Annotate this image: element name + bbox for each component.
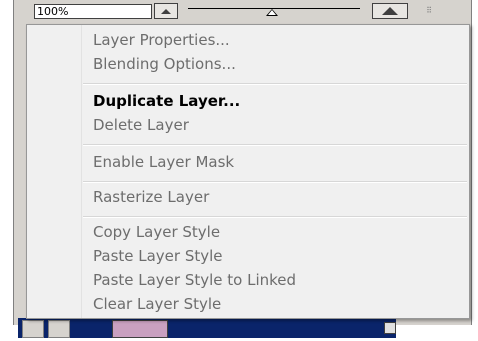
menu-separator	[83, 216, 467, 218]
menu-item-blending-options[interactable]: Blending Options...	[93, 53, 236, 75]
selected-layer-row[interactable]	[18, 318, 396, 338]
menu-separator	[83, 181, 467, 183]
zoom-input[interactable]: 100%	[34, 4, 152, 19]
lock-icon	[384, 322, 396, 334]
brush-icon[interactable]	[48, 320, 70, 338]
menu-item-copy-layer-style[interactable]: Copy Layer Style	[93, 221, 220, 243]
menu-item-delete-layer[interactable]: Delete Layer	[93, 114, 189, 136]
zoom-slider-thumb[interactable]	[266, 9, 278, 16]
menu-separator	[83, 83, 467, 85]
menu-item-layer-properties[interactable]: Layer Properties...	[93, 29, 230, 51]
eye-icon[interactable]	[22, 320, 44, 338]
menu-item-paste-layer-style-to-linked[interactable]: Paste Layer Style to Linked	[93, 269, 296, 291]
resize-grip-icon[interactable]: ⠿	[422, 5, 436, 17]
menu-icon-gutter	[27, 25, 82, 318]
menu-item-enable-layer-mask[interactable]: Enable Layer Mask	[93, 151, 234, 173]
menu-item-duplicate-layer[interactable]: Duplicate Layer...	[93, 90, 240, 112]
layer-context-menu: Layer Properties... Blending Options... …	[26, 24, 470, 319]
zoom-slider[interactable]	[184, 3, 364, 17]
menu-item-rasterize-layer[interactable]: Rasterize Layer	[93, 186, 209, 208]
navigator-toolbar: 100% ⠿	[26, 2, 458, 19]
zoom-in-button[interactable]	[372, 3, 408, 19]
menu-item-paste-layer-style[interactable]: Paste Layer Style	[93, 245, 223, 267]
zoom-out-button[interactable]	[154, 3, 178, 19]
menu-item-clear-layer-style[interactable]: Clear Layer Style	[93, 293, 221, 315]
layer-thumbnail	[112, 320, 168, 338]
menu-separator	[83, 144, 467, 146]
